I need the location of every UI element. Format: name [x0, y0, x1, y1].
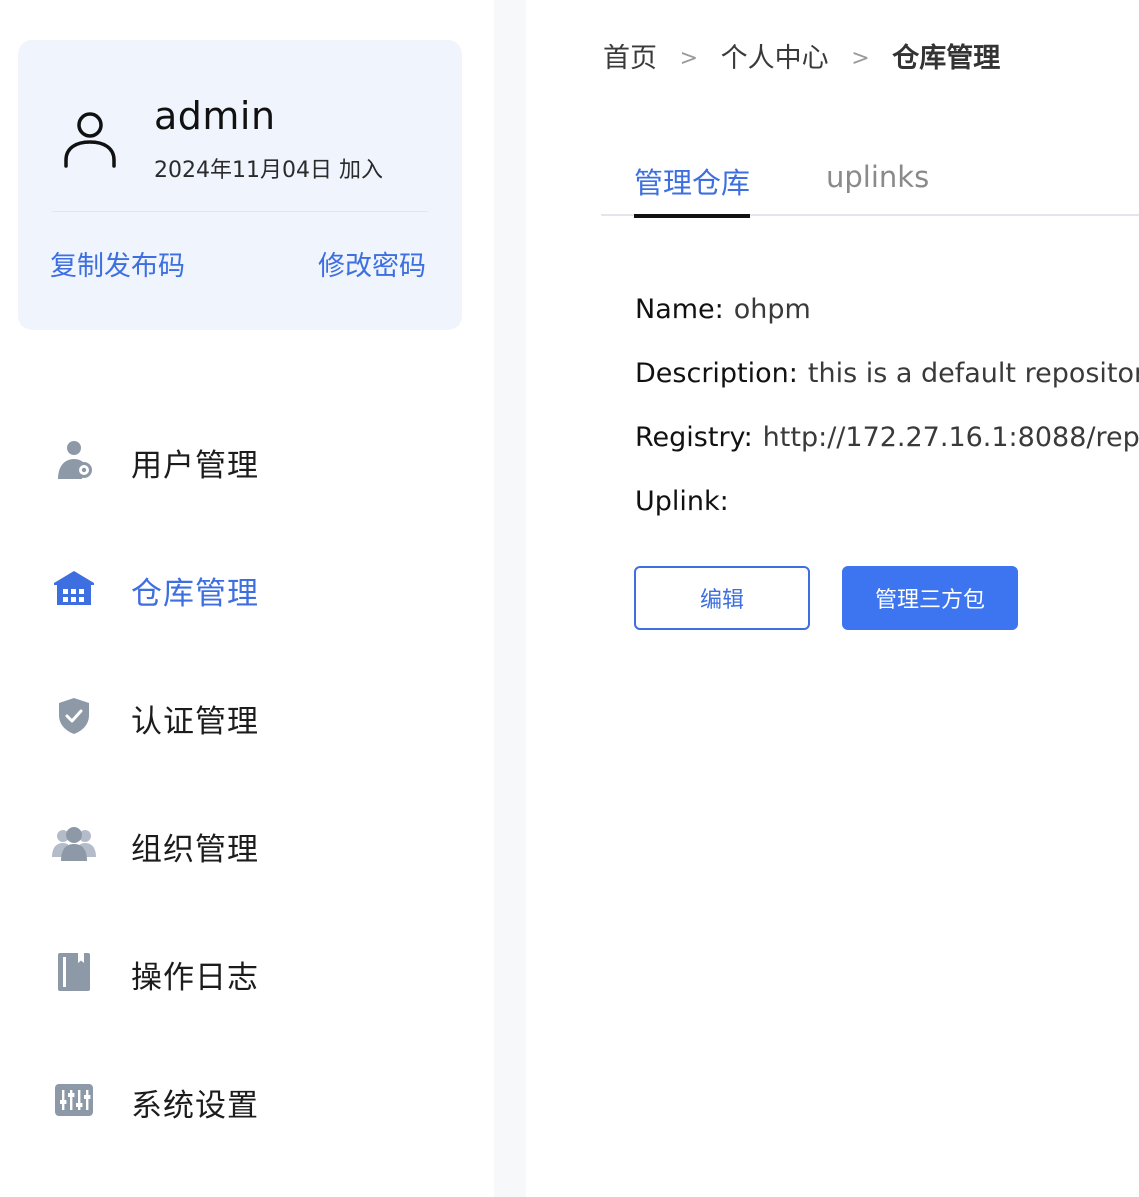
repo-description-key: Description:: [635, 358, 798, 389]
main-content: 首页 > 个人中心 > 仓库管理 管理仓库 uplinks Name: ohpm …: [526, 0, 1139, 1197]
breadcrumb-separator: >: [679, 46, 699, 71]
tab-bar: 管理仓库 uplinks: [601, 160, 1139, 218]
sidebar-item-label: 用户管理: [131, 448, 259, 484]
sidebar: admin 2024年11月04日 加入 复制发布码 修改密码 用户管理 仓库管…: [0, 0, 494, 1197]
manage-third-party-packages-button[interactable]: 管理三方包: [842, 566, 1018, 630]
sidebar-item-org-management[interactable]: 组织管理: [0, 804, 494, 884]
sidebar-item-system-settings[interactable]: 系统设置: [0, 1060, 494, 1140]
layout-gutter: [494, 0, 526, 1197]
repo-registry-value: http://172.27.16.1:8088/repos/c: [762, 422, 1139, 453]
breadcrumb: 首页 > 个人中心 > 仓库管理: [603, 36, 1000, 75]
tab-manage-repository[interactable]: 管理仓库: [634, 160, 751, 218]
repo-name-value: ohpm: [733, 294, 811, 325]
repo-uplink-key: Uplink:: [635, 486, 729, 517]
sliders-icon: [55, 1084, 93, 1116]
sidebar-item-label: 认证管理: [131, 704, 259, 740]
user-settings-icon: [58, 441, 92, 479]
change-password-link[interactable]: 修改密码: [318, 244, 426, 283]
edit-button[interactable]: 编辑: [634, 566, 810, 630]
repo-name-key: Name:: [635, 294, 724, 325]
user-avatar-icon: [64, 112, 116, 168]
breadcrumb-home[interactable]: 首页: [603, 36, 657, 75]
repo-registry-row: Registry: http://172.27.16.1:8088/repos/c: [635, 422, 1139, 453]
sidebar-item-warehouse-management[interactable]: 仓库管理: [0, 548, 494, 628]
breadcrumb-current: 仓库管理: [892, 43, 1001, 74]
join-date: 2024年11月04日 加入: [154, 158, 383, 183]
sidebar-item-label: 仓库管理: [131, 576, 259, 612]
breadcrumb-separator: >: [851, 46, 870, 71]
sidebar-item-label: 系统设置: [131, 1088, 259, 1124]
sidebar-item-operation-log[interactable]: 操作日志: [0, 932, 494, 1012]
sidebar-item-user-management[interactable]: 用户管理: [0, 420, 494, 500]
sidebar-item-auth-management[interactable]: 认证管理: [0, 676, 494, 756]
repo-uplink-row: Uplink:: [635, 486, 739, 517]
repo-registry-key: Registry:: [635, 422, 753, 453]
sidebar-item-label: 组织管理: [131, 832, 259, 868]
card-divider: [52, 211, 428, 212]
group-icon: [52, 827, 96, 861]
copy-publish-code-link[interactable]: 复制发布码: [50, 244, 185, 283]
username: admin: [154, 94, 276, 138]
sidebar-item-label: 操作日志: [131, 960, 259, 996]
breadcrumb-personal-center[interactable]: 个人中心: [721, 36, 829, 75]
repo-description-row: Description: this is a default repository: [635, 358, 1139, 389]
repo-name-row: Name: ohpm: [635, 294, 811, 325]
user-card: admin 2024年11月04日 加入 复制发布码 修改密码: [18, 40, 462, 330]
warehouse-icon: [54, 571, 94, 605]
repo-description-value: this is a default repository: [807, 358, 1139, 389]
tab-uplinks[interactable]: uplinks: [826, 160, 929, 216]
shield-check-icon: [59, 698, 89, 734]
log-book-icon: [58, 953, 90, 991]
